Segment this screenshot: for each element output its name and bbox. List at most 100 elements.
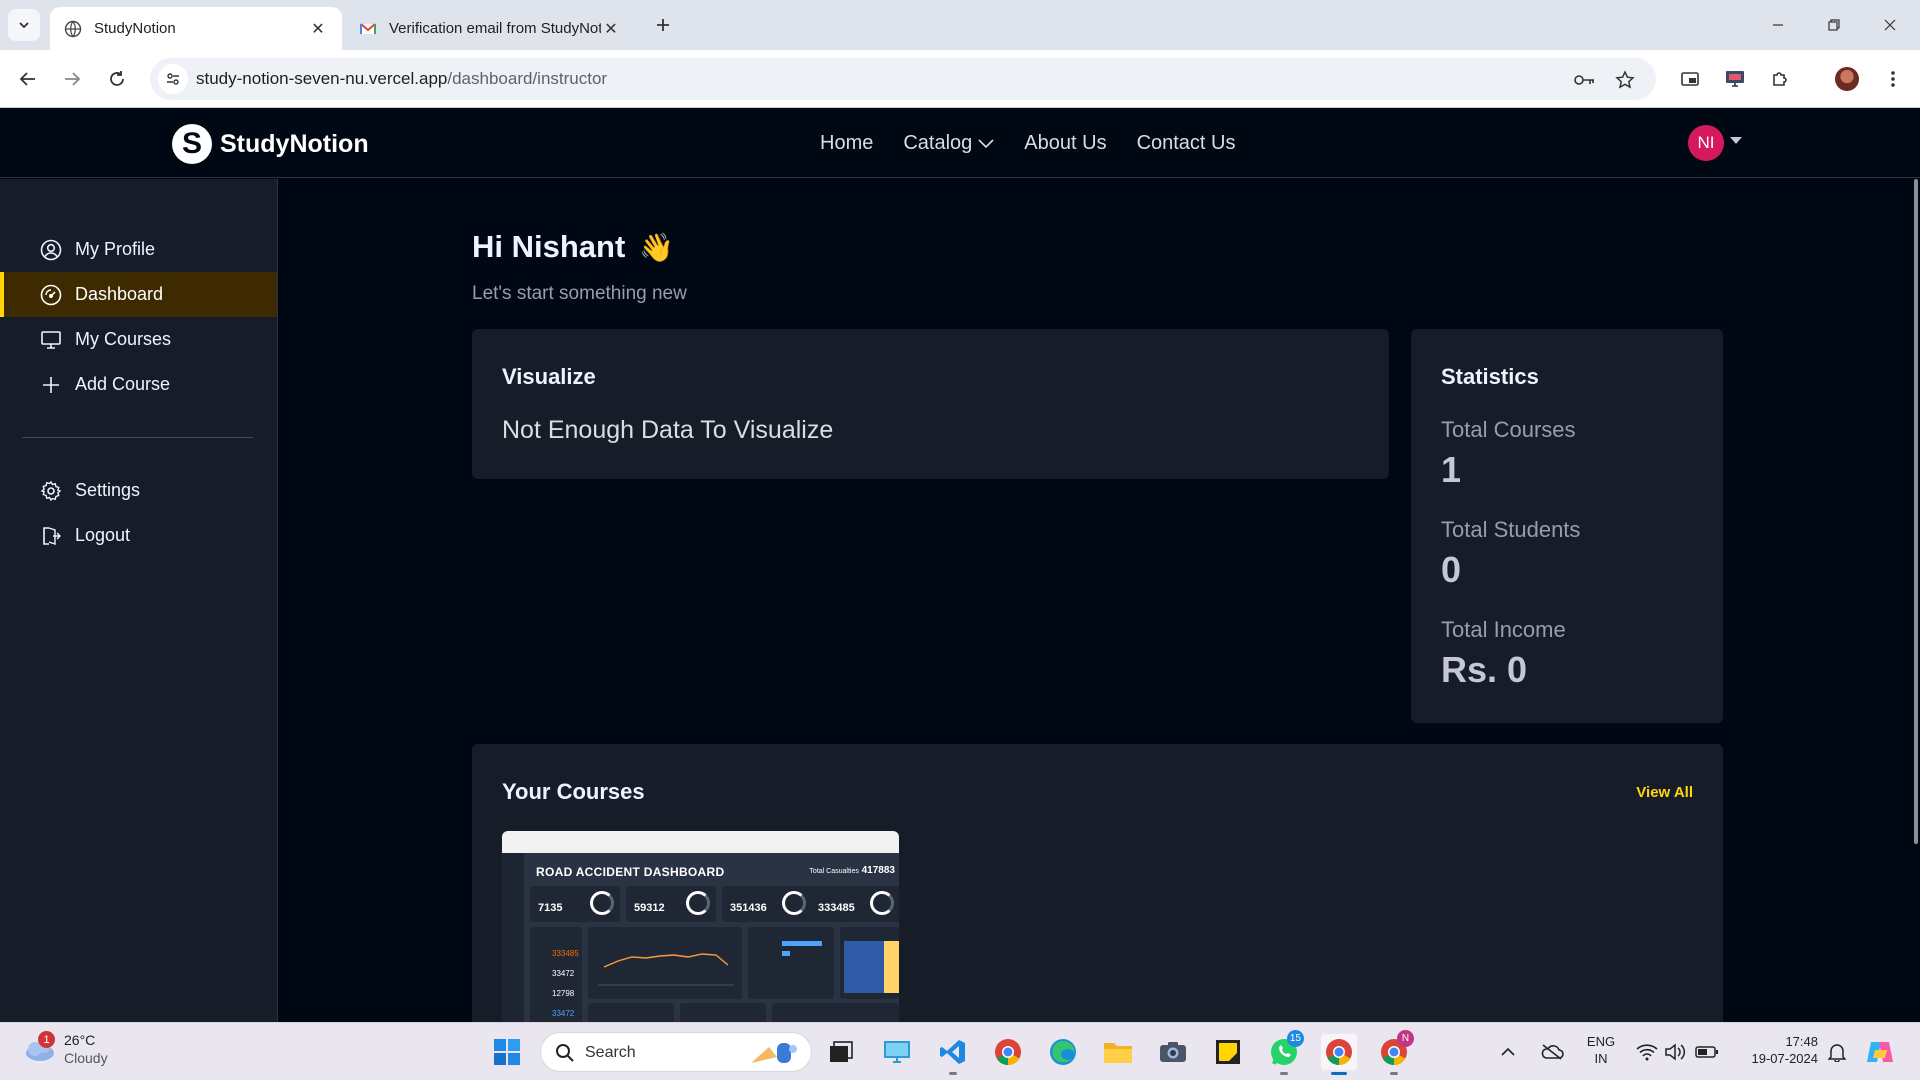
sidebar-item-my-courses[interactable]: My Courses <box>0 317 277 362</box>
page-scrollbar[interactable] <box>1912 179 1920 1022</box>
nav-about[interactable]: About Us <box>1024 132 1106 155</box>
statistics-title: Statistics <box>1441 364 1539 389</box>
taskbar-app-edge[interactable] <box>1045 1034 1081 1070</box>
thumbnail-bottom-panel <box>588 1003 674 1022</box>
stat-label-total-courses: Total Courses <box>1441 417 1576 442</box>
view-all-link[interactable]: View All <box>1636 784 1693 801</box>
site-info-button[interactable] <box>158 64 188 94</box>
task-view-button[interactable] <box>823 1034 859 1070</box>
taskbar-app-chrome-profile[interactable]: N <box>1376 1030 1414 1075</box>
running-indicator <box>1280 1072 1288 1075</box>
caret-down-icon[interactable] <box>1730 137 1742 144</box>
tab-studynotion[interactable]: StudyNotion ✕ <box>50 7 342 50</box>
show-hidden-icons-button[interactable] <box>1494 1034 1522 1070</box>
restore-button[interactable] <box>1814 10 1854 40</box>
kpi-value: 59312 <box>634 902 665 914</box>
password-key-button[interactable] <box>1572 67 1598 93</box>
tab-close-icon[interactable]: ✕ <box>308 19 328 39</box>
onedrive-button[interactable] <box>1536 1034 1568 1070</box>
visualize-card: Visualize Not Enough Data To Visualize <box>472 329 1389 479</box>
sidebar-item-my-profile[interactable]: My Profile <box>0 227 277 272</box>
address-bar[interactable]: study-notion-seven-nu.vercel.app/dashboa… <box>150 58 1656 100</box>
battery-button[interactable] <box>1692 1034 1722 1070</box>
nav-catalog[interactable]: Catalog <box>903 132 994 155</box>
stat-label-total-students: Total Students <box>1441 517 1581 542</box>
taskbar-app-chrome[interactable] <box>990 1034 1026 1070</box>
taskbar-app-desktop[interactable] <box>879 1034 915 1070</box>
taskbar: 1 26°C Cloudy Search 15 N ENG IN 17:48 1… <box>0 1022 1920 1080</box>
taskbar-app-vscode[interactable] <box>935 1034 971 1075</box>
browser-menu-button[interactable] <box>1877 63 1909 95</box>
user-avatar[interactable]: NI <box>1688 125 1724 161</box>
chrome-icon <box>1326 1039 1352 1066</box>
language-indicator[interactable]: ENG IN <box>1582 1033 1620 1067</box>
sidebar-item-dashboard[interactable]: Dashboard <box>0 272 277 317</box>
url-path: /dashboard/instructor <box>447 69 608 88</box>
profile-button[interactable] <box>1831 63 1863 95</box>
nav-contact[interactable]: Contact Us <box>1137 132 1236 155</box>
avatar <box>1835 67 1859 91</box>
close-window-button[interactable] <box>1870 10 1910 40</box>
wifi-icon <box>1636 1044 1658 1061</box>
tab-close-icon[interactable]: ✕ <box>601 19 621 39</box>
copilot-button[interactable] <box>1862 1034 1898 1070</box>
tab-search-button[interactable] <box>8 9 40 41</box>
tab-title: Verification email from StudyNotion <box>389 20 601 37</box>
volume-button[interactable] <box>1660 1034 1690 1070</box>
waving-hand-icon: 👋 <box>639 231 675 263</box>
minimize-button[interactable] <box>1758 10 1798 40</box>
sidebar-item-label: Settings <box>75 480 141 500</box>
gear-icon <box>39 479 63 503</box>
sidebar-item-logout[interactable]: Logout <box>0 513 277 558</box>
sidebar-item-add-course[interactable]: Add Course <box>0 362 277 407</box>
extensions-button[interactable] <box>1764 63 1796 95</box>
cloud-icon: 1 <box>22 1031 56 1063</box>
thumbnail-title: ROAD ACCIDENT DASHBOARD <box>536 865 725 879</box>
nav-links: Home Catalog About Us Contact Us <box>820 132 1236 155</box>
taskbar-app-camera[interactable] <box>1155 1034 1191 1070</box>
chevron-up-icon <box>1501 1047 1515 1056</box>
thumbnail-ribbon <box>502 831 899 853</box>
nav-catalog-label: Catalog <box>903 132 973 154</box>
brand-logo[interactable]: S StudyNotion <box>172 124 369 164</box>
back-button[interactable] <box>12 63 44 95</box>
nav-about-label: About Us <box>1024 132 1107 154</box>
ring-chart-icon <box>782 891 806 915</box>
forward-button[interactable] <box>56 63 88 95</box>
search-label: Search <box>585 1044 636 1061</box>
thumbnail-kpi: 333485 <box>810 886 899 922</box>
sidebar-item-label: My Profile <box>75 239 156 259</box>
edge-icon <box>1050 1039 1076 1065</box>
your-courses-title: Your Courses <box>502 779 645 804</box>
greeting: Hi Nishant 👋 <box>472 229 674 265</box>
sidebar-item-settings[interactable]: Settings <box>0 468 277 513</box>
wifi-button[interactable] <box>1632 1034 1662 1070</box>
clock-time: 17:48 <box>1785 1034 1818 1049</box>
taskbar-search[interactable]: Search <box>540 1032 812 1072</box>
tab-gmail[interactable]: Verification email from StudyNotion ✕ <box>345 7 635 50</box>
course-thumbnail[interactable]: ROAD ACCIDENT DASHBOARD Total Casualties… <box>502 831 899 1022</box>
clock[interactable]: 17:48 19-07-2024 <box>1728 1033 1819 1067</box>
extension-screen-button[interactable] <box>1719 63 1751 95</box>
weather-widget[interactable]: 1 26°C Cloudy <box>22 1031 108 1067</box>
thumbnail-sidebar <box>502 853 524 1022</box>
url-host: study-notion-seven-nu.vercel.app <box>196 69 448 88</box>
nav-home[interactable]: Home <box>820 132 873 155</box>
thumbnail-kpi: 7135 <box>530 886 620 922</box>
notifications-button[interactable] <box>1822 1034 1852 1070</box>
running-indicator <box>1331 1072 1347 1075</box>
taskbar-app-whatsapp[interactable]: 15 <box>1266 1030 1304 1075</box>
star-icon <box>1615 70 1635 89</box>
running-indicator <box>949 1072 957 1075</box>
reload-button[interactable] <box>101 63 133 95</box>
taskbar-app-sticky-notes[interactable] <box>1210 1034 1246 1070</box>
new-tab-button[interactable] <box>650 12 676 38</box>
taskbar-app-chrome-profile-active[interactable] <box>1321 1034 1357 1075</box>
scrollbar-thumb[interactable] <box>1914 179 1918 844</box>
bookmark-button[interactable] <box>1612 67 1638 93</box>
picture-in-picture-button[interactable] <box>1674 63 1706 95</box>
start-button[interactable] <box>489 1034 525 1070</box>
taskbar-app-file-explorer[interactable] <box>1100 1034 1136 1070</box>
tab-title: StudyNotion <box>94 20 176 37</box>
thumbnail-bottom-panel <box>680 1003 766 1022</box>
